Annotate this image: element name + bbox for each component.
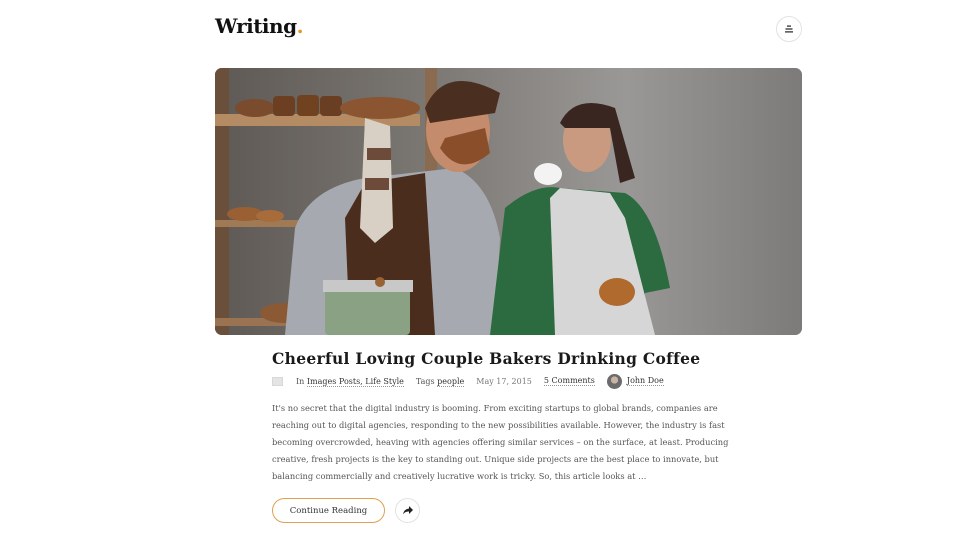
author-avatar[interactable]: [606, 373, 622, 389]
meta-categories: In Images Posts, Life Style: [296, 376, 404, 387]
logo-dot: .: [296, 14, 304, 38]
menu-button[interactable]: [776, 16, 802, 42]
meta-comments-link[interactable]: 5 Comments: [543, 376, 595, 386]
image-format-icon: [272, 376, 283, 386]
share-button[interactable]: [395, 498, 420, 523]
post-meta: In Images Posts, Life Style Tags people …: [272, 373, 664, 389]
logo-text: Writing: [215, 14, 297, 38]
post-excerpt: It's no secret that the digital industry…: [272, 403, 729, 481]
meta-tags: Tags people: [415, 376, 465, 387]
meta-author-link[interactable]: John Doe: [626, 376, 664, 386]
continue-reading-button[interactable]: Continue Reading: [272, 498, 385, 523]
post-title[interactable]: Cheerful Loving Couple Bakers Drinking C…: [272, 349, 700, 368]
meta-categories-link[interactable]: Images Posts, Life Style: [306, 376, 404, 387]
featured-photo: [215, 68, 802, 335]
continue-reading-label: Continue Reading: [289, 505, 368, 516]
site-logo[interactable]: Writing.: [215, 14, 304, 38]
menu-lines-icon: [785, 25, 793, 33]
post-featured-image[interactable]: [215, 68, 802, 335]
share-arrow-icon: [402, 506, 413, 515]
meta-tag-link[interactable]: people: [437, 376, 465, 387]
meta-in-label: In: [296, 376, 305, 386]
meta-date[interactable]: May 17, 2015: [476, 377, 532, 386]
meta-tags-label: Tags: [415, 376, 435, 386]
